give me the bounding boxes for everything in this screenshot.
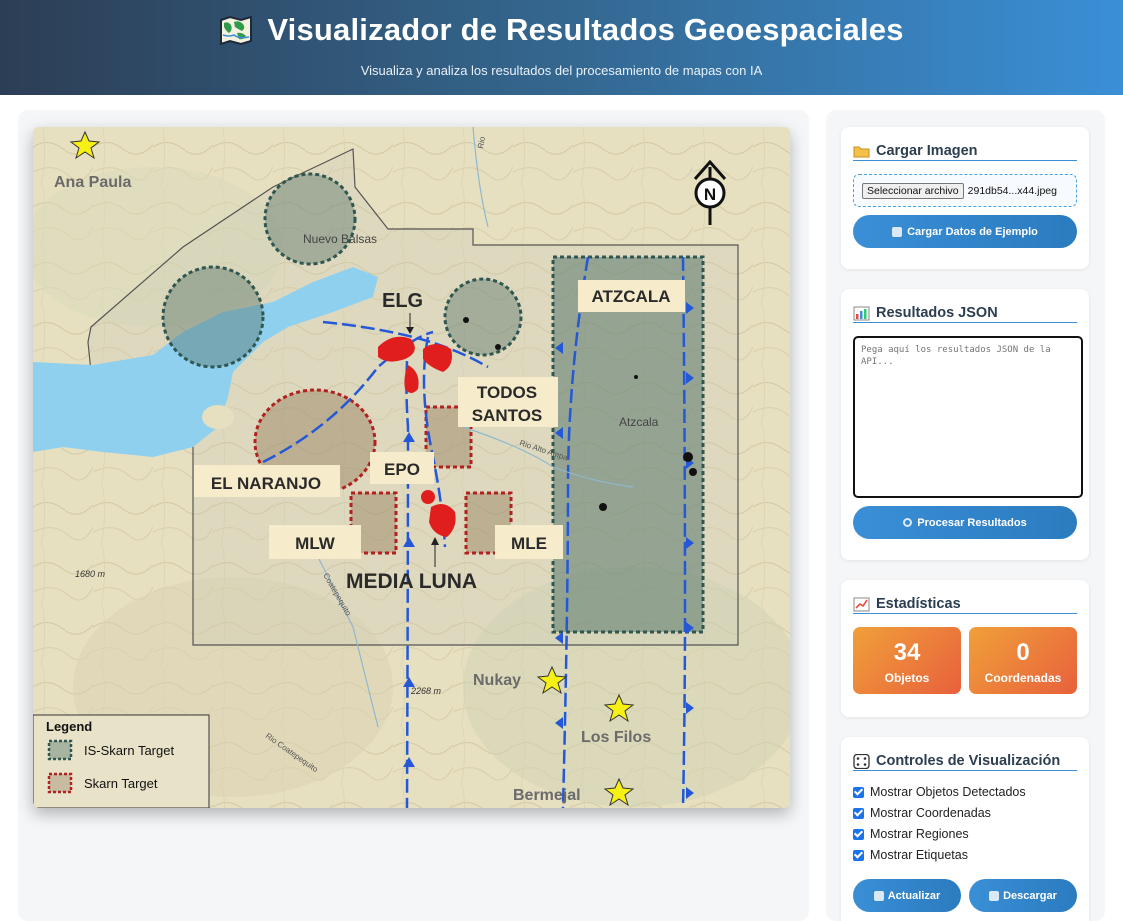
json-results-input[interactable] [853,336,1083,498]
checkbox-checked-icon[interactable] [853,786,864,798]
label-atzcala: ATZCALA [592,287,671,306]
is-skarn-target-west [161,265,265,369]
app-header: Visualizador de Resultados Geoespaciales… [0,0,1123,95]
label-nukay: Nukay [473,672,521,689]
label-elev-2268: 2268 m [410,686,442,696]
controls-card-title: Controles de Visualización [853,753,1077,771]
svg-text:N: N [704,185,716,204]
json-card: Resultados JSON Procesar Resultados [841,289,1089,560]
refresh-icon [873,890,884,901]
label-bermejal: Bermejal [513,787,581,804]
json-card-title: Resultados JSON [853,305,1077,323]
label-ana-paula: Ana Paula [54,174,131,191]
checkbox-checked-icon[interactable] [853,849,864,861]
download-button[interactable]: Descargar [969,879,1077,912]
search-icon [903,518,913,527]
folder-icon [853,144,870,159]
label-elev-1680: 1680 m [75,569,106,579]
load-sample-button[interactable]: Cargar Datos de Ejemplo [853,215,1077,248]
objects-label: Objetos [884,671,930,685]
world-map-icon [219,15,253,46]
is-skarn-target-atzcala [551,255,705,634]
refresh-button[interactable]: Actualizar [853,879,961,912]
file-input[interactable]: Seleccionar archivo 291db54...x44.jpeg [853,174,1077,207]
legend-is-skarn: IS-Skarn Target [84,743,174,758]
label-elg: ELG [382,290,423,312]
label-mle: MLE [511,534,547,553]
label-todos: TODOS [477,383,537,402]
trend-chart-icon [853,597,870,612]
checkbox-checked-icon[interactable] [853,807,864,819]
checkbox-checked-icon[interactable] [853,828,864,840]
map-viewer[interactable]: ATZCALA TODOS SANTOS EL NARANJO EPO MLW … [33,127,790,808]
label-los-filos: Los Filos [581,729,651,746]
label-nuevo-balsas: Nuevo Balsas [303,232,377,246]
upload-card-title: Cargar Imagen [853,143,1077,161]
show-labels-checkbox[interactable]: Mostrar Etiquetas [853,847,968,863]
clipboard-icon [892,226,903,237]
dice-icon [853,753,870,769]
label-atzcala-town: Atzcala [619,415,659,429]
legend-skarn: Skarn Target [84,776,158,791]
show-coordinates-checkbox[interactable]: Mostrar Coordenadas [853,805,991,821]
show-objects-checkbox[interactable]: Mostrar Objetos Detectados [853,784,1026,800]
label-el-naranjo: EL NARANJO [211,474,321,493]
header-title-row: Visualizador de Resultados Geoespaciales [0,12,1123,48]
objects-count: 34 [893,639,921,666]
legend-title: Legend [46,719,92,734]
label-mlw: MLW [295,534,336,553]
coordinates-stat: 0 Coordenadas [969,627,1077,694]
controls-card: Controles de Visualización Mostrar Objet… [841,737,1089,921]
is-skarn-target-elg-east [443,277,523,357]
page-title: Visualizador de Resultados Geoespaciales [267,12,904,47]
floppy-disk-icon [989,890,1000,901]
coordinates-label: Coordenadas [984,671,1062,685]
label-media-luna: MEDIA LUNA [346,570,477,593]
label-epo: EPO [384,460,420,479]
objects-stat: 34 Objetos [853,627,961,694]
stats-card: Estadísticas 34 Objetos 0 Coordenadas [841,580,1089,717]
show-regions-checkbox[interactable]: Mostrar Regiones [853,826,969,842]
choose-file-button[interactable]: Seleccionar archivo [862,182,964,199]
process-results-button[interactable]: Procesar Resultados [853,506,1077,539]
page-subtitle: Visualiza y analiza los resultados del p… [360,63,763,78]
bar-chart-icon [853,306,870,321]
coordinates-count: 0 [1016,639,1030,666]
file-name: 291db54...x44.jpeg [967,184,1057,197]
is-skarn-target-nuevo-balsas [263,172,357,266]
label-santos: SANTOS [472,406,543,425]
map-legend: Legend IS-Skarn Target Skarn Target [33,714,210,808]
upload-card: Cargar Imagen Seleccionar archivo 291db5… [841,127,1089,269]
geo-map[interactable]: ATZCALA TODOS SANTOS EL NARANJO EPO MLW … [33,127,790,808]
stats-card-title: Estadísticas [853,596,1077,614]
